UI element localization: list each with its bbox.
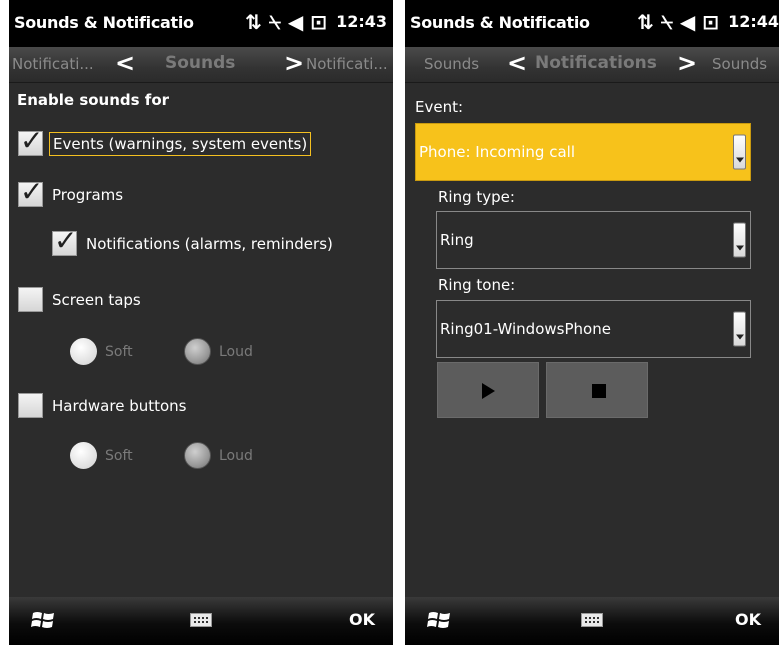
tab-bar: Notificati... < Sounds > Notificati...: [9, 47, 393, 83]
hardware-buttons-label: Hardware buttons: [52, 396, 187, 415]
soft-key-bar: OK: [9, 597, 393, 645]
ring-type-value: Ring: [440, 231, 474, 249]
events-checkbox-row[interactable]: ✓ Events (warnings, system events): [18, 126, 312, 156]
status-icons: ⇅ ⍀ ◀ ⊡ 12:44: [637, 9, 779, 35]
ring-type-label: Ring type:: [438, 188, 515, 206]
sync-arrows-icon: ⇅: [245, 10, 262, 34]
speaker-icon: ◀: [679, 10, 696, 34]
battery-charging-icon: ⊡: [310, 10, 328, 34]
soft-key-bar: OK: [405, 597, 779, 645]
soft-label: Soft: [105, 343, 133, 360]
tab-bar: Sounds < Notifications > Sounds: [405, 47, 779, 83]
chevron-right-icon[interactable]: >: [284, 49, 304, 77]
soft-label: Soft: [105, 447, 133, 464]
status-bar: Sounds & Notificatio ⇅ ⍀ ◀ ⊡ 12:43: [9, 0, 393, 47]
events-label: Events (warnings, system events): [48, 131, 312, 156]
ring-tone-label: Ring tone:: [438, 276, 516, 294]
programs-checkbox-row[interactable]: ✓ Programs: [18, 177, 124, 207]
tab-prev[interactable]: Notificati...: [12, 55, 94, 73]
checkmark-icon: ✓: [20, 175, 44, 208]
ring-tone-value: Ring01-WindowsPhone: [440, 320, 611, 338]
play-button[interactable]: [437, 362, 539, 418]
screen-taps-checkbox[interactable]: [18, 287, 43, 312]
stop-button[interactable]: [546, 362, 648, 418]
tab-next[interactable]: Sounds: [712, 55, 767, 73]
radio-button[interactable]: [70, 338, 97, 365]
screen-taps-soft-radio[interactable]: Soft: [70, 338, 133, 365]
notifications-screen: Sounds & Notificatio ⇅ ⍀ ◀ ⊡ 12:44 Sound…: [405, 0, 779, 645]
windows-start-icon[interactable]: [427, 609, 451, 631]
events-checkbox[interactable]: ✓: [18, 126, 43, 156]
window-title: Sounds & Notificatio: [14, 13, 194, 32]
loud-label: Loud: [219, 343, 253, 360]
radio-button[interactable]: [184, 338, 211, 365]
windows-start-icon[interactable]: [31, 609, 55, 631]
radio-button[interactable]: [184, 442, 211, 469]
settings-content: Event: Phone: Incoming call Ring type: R…: [405, 83, 779, 597]
no-signal-icon: ⍀: [268, 10, 281, 34]
notifications-label: Notifications (alarms, reminders): [86, 234, 333, 253]
keyboard-icon[interactable]: [190, 613, 212, 627]
ring-tone-dropdown[interactable]: Ring01-WindowsPhone: [436, 300, 751, 358]
programs-label: Programs: [52, 185, 124, 204]
clock: 12:43: [336, 12, 387, 31]
checkmark-icon: ✓: [20, 124, 44, 157]
chevron-down-icon[interactable]: [733, 134, 746, 170]
screen-taps-checkbox-row[interactable]: Screen taps: [18, 287, 141, 312]
screen-taps-loud-radio[interactable]: Loud: [184, 338, 253, 365]
window-title: Sounds & Notificatio: [410, 13, 590, 32]
ring-type-dropdown[interactable]: Ring: [436, 211, 751, 269]
loud-label: Loud: [219, 447, 253, 464]
hardware-buttons-soft-radio[interactable]: Soft: [70, 442, 133, 469]
section-heading: Enable sounds for: [17, 91, 170, 109]
checkmark-icon: ✓: [54, 224, 78, 257]
chevron-down-icon[interactable]: [733, 311, 746, 347]
chevron-left-icon[interactable]: <: [115, 49, 135, 77]
no-signal-icon: ⍀: [660, 10, 673, 34]
battery-charging-icon: ⊡: [702, 10, 720, 34]
screen-taps-label: Screen taps: [52, 290, 141, 309]
hardware-buttons-checkbox-row[interactable]: Hardware buttons: [18, 393, 186, 418]
tab-current: Notifications: [535, 53, 657, 73]
clock: 12:44: [728, 12, 779, 31]
event-dropdown[interactable]: Phone: Incoming call: [415, 123, 751, 181]
settings-content: Enable sounds for ✓ Events (warnings, sy…: [9, 83, 393, 597]
tab-prev[interactable]: Sounds: [424, 55, 479, 73]
status-icons: ⇅ ⍀ ◀ ⊡ 12:43: [245, 9, 387, 35]
programs-checkbox[interactable]: ✓: [18, 177, 43, 207]
play-icon: [482, 383, 495, 399]
event-label: Event:: [415, 98, 464, 116]
sounds-screen: Sounds & Notificatio ⇅ ⍀ ◀ ⊡ 12:43 Notif…: [9, 0, 393, 645]
chevron-left-icon[interactable]: <: [507, 49, 527, 77]
hardware-buttons-loud-radio[interactable]: Loud: [184, 442, 253, 469]
ok-button[interactable]: OK: [735, 610, 761, 629]
hardware-buttons-checkbox[interactable]: [18, 393, 43, 418]
keyboard-icon[interactable]: [581, 613, 603, 627]
chevron-down-icon[interactable]: [733, 222, 746, 258]
ok-button[interactable]: OK: [349, 610, 375, 629]
tab-next[interactable]: Notificati...: [306, 55, 388, 73]
tab-current: Sounds: [165, 53, 236, 73]
radio-button[interactable]: [70, 442, 97, 469]
notifications-checkbox-row[interactable]: ✓ Notifications (alarms, reminders): [52, 226, 333, 256]
speaker-icon: ◀: [287, 10, 304, 34]
event-value: Phone: Incoming call: [419, 143, 575, 161]
stop-icon: [592, 384, 606, 398]
notifications-checkbox[interactable]: ✓: [52, 226, 77, 256]
status-bar: Sounds & Notificatio ⇅ ⍀ ◀ ⊡ 12:44: [405, 0, 779, 47]
chevron-right-icon[interactable]: >: [677, 49, 697, 77]
sync-arrows-icon: ⇅: [637, 10, 654, 34]
